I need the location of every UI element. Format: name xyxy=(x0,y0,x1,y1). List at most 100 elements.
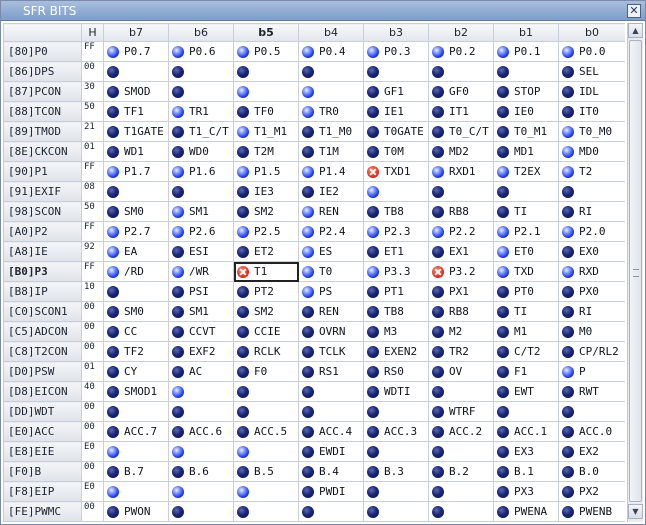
bit-off-icon[interactable] xyxy=(237,305,249,318)
bit-cell[interactable] xyxy=(363,61,429,82)
bit-cell[interactable] xyxy=(233,381,299,402)
bit-off-icon[interactable] xyxy=(302,465,314,478)
bit-off-icon[interactable] xyxy=(497,405,509,418)
register-name[interactable]: [D8]EICON xyxy=(3,381,82,402)
bit-cell[interactable]: SMOD1 xyxy=(103,381,169,402)
bit-cell[interactable]: RCLK xyxy=(233,341,299,362)
bit-on-icon[interactable] xyxy=(302,265,314,278)
bit-off-icon[interactable] xyxy=(302,425,314,438)
bit-off-icon[interactable] xyxy=(497,385,509,398)
bit-column-header[interactable]: b6 xyxy=(168,23,234,42)
register-name[interactable]: [B0]P3 xyxy=(3,261,82,282)
bit-off-icon[interactable] xyxy=(107,325,119,338)
bit-off-icon[interactable] xyxy=(172,425,184,438)
bit-off-icon[interactable] xyxy=(237,505,249,518)
bit-cell[interactable]: PWON xyxy=(103,501,169,522)
bit-on-icon[interactable] xyxy=(107,165,119,178)
bit-on-icon[interactable] xyxy=(562,145,574,158)
bit-cell[interactable] xyxy=(168,481,234,502)
hex-column-header[interactable]: H xyxy=(81,23,104,42)
bit-off-icon[interactable] xyxy=(107,105,119,118)
bit-cell[interactable]: IT0 xyxy=(558,101,625,122)
bit-cell[interactable] xyxy=(298,401,364,422)
bit-off-icon[interactable] xyxy=(367,385,379,398)
error-bit-icon[interactable] xyxy=(432,265,444,278)
bit-cell[interactable]: WD0 xyxy=(168,141,234,162)
bit-cell[interactable]: REN xyxy=(298,301,364,322)
register-hex-value[interactable]: 30 xyxy=(81,81,104,102)
bit-off-icon[interactable] xyxy=(562,185,574,198)
bit-cell[interactable]: T1GATE xyxy=(103,121,169,142)
bit-off-icon[interactable] xyxy=(497,85,509,98)
bit-off-icon[interactable] xyxy=(432,385,444,398)
bit-on-icon[interactable] xyxy=(172,265,184,278)
bit-cell[interactable] xyxy=(428,61,494,82)
bit-off-icon[interactable] xyxy=(302,145,314,158)
bit-cell[interactable] xyxy=(168,401,234,422)
bit-cell[interactable]: ET2 xyxy=(233,241,299,262)
bit-on-icon[interactable] xyxy=(107,485,119,498)
bit-off-icon[interactable] xyxy=(562,405,574,418)
bit-on-icon[interactable] xyxy=(107,265,119,278)
bit-cell[interactable]: PSI xyxy=(168,281,234,302)
bit-on-icon[interactable] xyxy=(302,285,314,298)
bit-cell[interactable]: SEL xyxy=(558,61,625,82)
bit-off-icon[interactable] xyxy=(237,385,249,398)
bit-off-icon[interactable] xyxy=(302,365,314,378)
bit-cell[interactable]: PT0 xyxy=(493,281,559,302)
bit-off-icon[interactable] xyxy=(107,65,119,78)
register-hex-value[interactable]: FF xyxy=(81,41,104,62)
bit-off-icon[interactable] xyxy=(107,365,119,378)
bit-off-icon[interactable] xyxy=(562,245,574,258)
bit-off-icon[interactable] xyxy=(432,505,444,518)
bit-cell[interactable]: GF0 xyxy=(428,81,494,102)
bit-on-icon[interactable] xyxy=(172,205,184,218)
bit-cell[interactable] xyxy=(103,401,169,422)
register-hex-value[interactable]: 21 xyxy=(81,121,104,142)
bit-cell[interactable]: EX2 xyxy=(558,441,625,462)
bit-cell[interactable] xyxy=(363,401,429,422)
bit-off-icon[interactable] xyxy=(172,365,184,378)
bit-off-icon[interactable] xyxy=(302,125,314,138)
bit-off-icon[interactable] xyxy=(432,185,444,198)
bit-on-icon[interactable] xyxy=(432,225,444,238)
bit-cell[interactable]: P1.5 xyxy=(233,161,299,182)
bit-cell[interactable]: ET0 xyxy=(493,241,559,262)
register-name[interactable]: [87]PCON xyxy=(3,81,82,102)
bit-on-icon[interactable] xyxy=(367,225,379,238)
bit-cell[interactable]: T0_M1 xyxy=(493,121,559,142)
bit-on-icon[interactable] xyxy=(237,445,249,458)
bit-on-icon[interactable] xyxy=(497,45,509,58)
bit-off-icon[interactable] xyxy=(107,465,119,478)
bit-off-icon[interactable] xyxy=(237,245,249,258)
bit-cell[interactable]: OVRN xyxy=(298,321,364,342)
bit-cell[interactable]: RB8 xyxy=(428,301,494,322)
bit-off-icon[interactable] xyxy=(172,345,184,358)
bit-cell[interactable]: ESI xyxy=(168,241,234,262)
bit-off-icon[interactable] xyxy=(562,345,574,358)
bit-column-header[interactable]: b0 xyxy=(558,23,625,42)
bit-off-icon[interactable] xyxy=(237,365,249,378)
bit-cell[interactable]: TXD1 xyxy=(363,161,429,182)
bit-cell[interactable]: ACC.7 xyxy=(103,421,169,442)
bit-cell[interactable]: B.1 xyxy=(493,461,559,482)
bit-on-icon[interactable] xyxy=(562,45,574,58)
register-name[interactable]: [A0]P2 xyxy=(3,221,82,242)
register-name[interactable]: [D0]PSW xyxy=(3,361,82,382)
bit-cell[interactable]: P xyxy=(558,361,625,382)
bit-off-icon[interactable] xyxy=(432,105,444,118)
bit-off-icon[interactable] xyxy=(497,105,509,118)
register-hex-value[interactable]: 00 xyxy=(81,341,104,362)
register-name[interactable]: [F0]B xyxy=(3,461,82,482)
bit-off-icon[interactable] xyxy=(432,245,444,258)
register-hex-value[interactable]: 50 xyxy=(81,201,104,222)
bit-on-icon[interactable] xyxy=(432,45,444,58)
bit-cell[interactable]: EWT xyxy=(493,381,559,402)
bit-cell[interactable]: T0M xyxy=(363,141,429,162)
bit-cell[interactable]: WDTI xyxy=(363,381,429,402)
register-name[interactable]: [98]SCON xyxy=(3,201,82,222)
bit-cell[interactable]: ACC.5 xyxy=(233,421,299,442)
bit-off-icon[interactable] xyxy=(107,85,119,98)
bit-off-icon[interactable] xyxy=(237,285,249,298)
register-hex-value[interactable]: 00 xyxy=(81,61,104,82)
